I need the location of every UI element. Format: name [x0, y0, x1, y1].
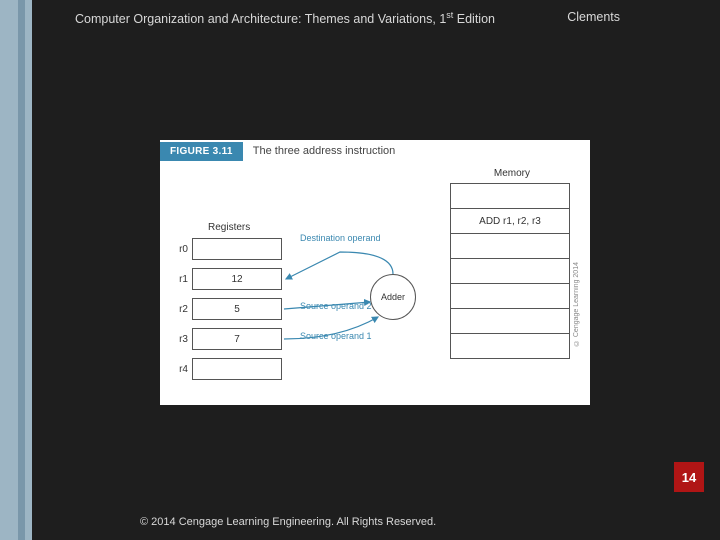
reg-name: r1	[170, 274, 188, 285]
figure-title-bar: FIGURE 3.11 The three address instructio…	[160, 140, 590, 162]
mem-cell: ADD r1, r2, r3	[450, 208, 570, 234]
diagram: Memory ADD r1, r2, r3 Registers r0 r1 12…	[160, 162, 590, 405]
figure-caption: The three address instruction	[253, 145, 395, 157]
title-pre: Computer Organization and Architecture: …	[75, 12, 446, 26]
left-stripe-inner	[18, 0, 25, 540]
register-row: r4	[170, 358, 282, 380]
reg-cell: 12	[192, 268, 282, 290]
side-copyright: © Cengage Learning 2014	[573, 262, 580, 346]
registers-label: Registers	[208, 222, 250, 233]
reg-cell: 7	[192, 328, 282, 350]
mem-cell	[450, 333, 570, 359]
mem-cell	[450, 258, 570, 284]
slide-header: Computer Organization and Architecture: …	[75, 10, 680, 26]
page-number: 14	[674, 462, 704, 492]
reg-name: r3	[170, 334, 188, 345]
register-row: r0	[170, 238, 282, 260]
reg-cell	[192, 358, 282, 380]
footer-copyright: © 2014 Cengage Learning Engineering. All…	[140, 516, 436, 528]
title-post: Edition	[453, 12, 495, 26]
left-stripe	[0, 0, 32, 540]
reg-name: r0	[170, 244, 188, 255]
book-title: Computer Organization and Architecture: …	[75, 10, 495, 26]
mem-cell	[450, 233, 570, 259]
reg-name: r2	[170, 304, 188, 315]
reg-cell	[192, 238, 282, 260]
dest-operand-label: Destination operand	[300, 234, 381, 244]
adder-node: Adder	[370, 274, 416, 320]
mem-cell	[450, 308, 570, 334]
register-row: r1 12	[170, 268, 282, 290]
reg-cell: 5	[192, 298, 282, 320]
figure-area: FIGURE 3.11 The three address instructio…	[160, 140, 590, 405]
memory-stack: ADD r1, r2, r3	[450, 184, 570, 359]
register-row: r2 5	[170, 298, 282, 320]
src1-operand-label: Source operand 1	[300, 332, 372, 342]
mem-cell	[450, 283, 570, 309]
src2-operand-label: Source operand 2	[300, 302, 372, 312]
register-row: r3 7	[170, 328, 282, 350]
memory-label: Memory	[494, 168, 530, 179]
reg-name: r4	[170, 364, 188, 375]
author-name: Clements	[567, 10, 620, 26]
mem-cell	[450, 183, 570, 209]
figure-tag: FIGURE 3.11	[160, 142, 243, 161]
